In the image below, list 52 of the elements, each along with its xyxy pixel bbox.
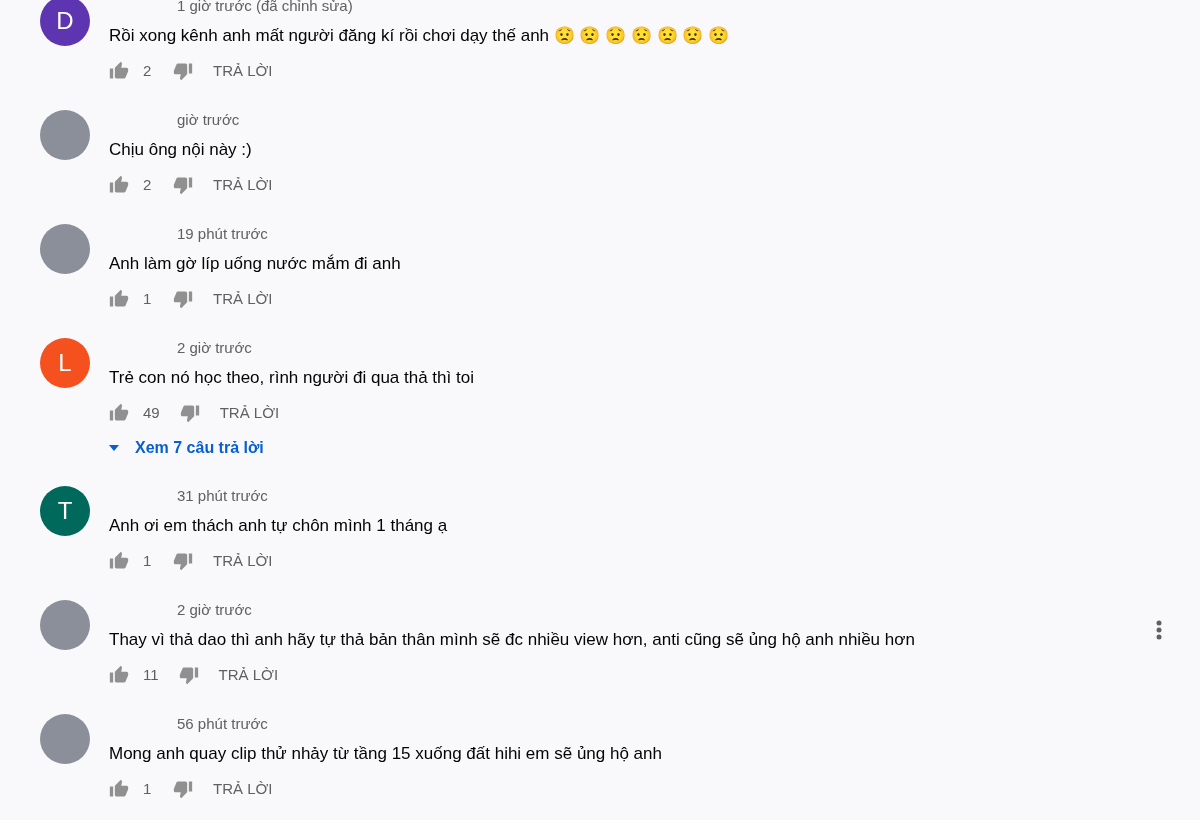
avatar-placeholder[interactable] [40,600,90,650]
thumbs-down-icon[interactable] [173,779,193,799]
avatar-placeholder[interactable] [40,224,90,274]
comment-text: Anh ơi em thách anh tự chôn mình 1 tháng ạ [109,515,449,537]
reply-button[interactable]: TRẢ LỜI [219,401,280,425]
thumbs-up-icon[interactable] [109,665,129,685]
like-count: 2 [143,60,153,81]
thumbs-up-icon[interactable] [109,175,129,195]
reply-button[interactable]: TRẢ LỜI [213,549,273,573]
like-count: 1 [143,550,153,571]
reply-button[interactable]: TRẢ LỜI [213,777,273,801]
thumbs-up-icon[interactable] [109,779,129,799]
thumbs-down-icon[interactable] [173,61,193,81]
reply-button[interactable]: TRẢ LỜI [213,59,273,83]
comment-time[interactable]: 2 giờ trước [109,338,1162,358]
thumbs-down-icon[interactable] [173,551,193,571]
avatar-placeholder[interactable] [40,714,90,764]
comment-text: Chịu ông nội này :) [109,139,253,161]
thumbs-up-icon[interactable] [109,551,129,571]
comment-time[interactable]: 31 phút trước [109,486,1162,506]
comment-time[interactable]: 19 phút trước [109,224,1162,244]
like-count: 11 [143,664,159,685]
thumbs-down-icon[interactable] [173,175,193,195]
comment-text: Trẻ con nó học theo, rình người đi qua thả thì toi [109,367,475,389]
comment-text: Mong anh quay clip thử nhảy từ tầng 15 xuống đất hihi em sẽ ủng hộ anh [109,743,663,765]
avatar[interactable]: T [40,486,90,536]
like-count: 1 [143,778,153,799]
thumbs-down-icon[interactable] [178,665,199,685]
comment-time[interactable]: 56 phút trước [109,714,1162,734]
like-count: 49 [143,402,160,423]
more-options-icon[interactable] [1156,619,1162,640]
like-count: 1 [143,288,153,309]
thumbs-down-icon[interactable] [173,289,193,309]
comment-time[interactable]: 2 giờ trước [109,600,1162,620]
avatar-placeholder[interactable] [40,110,90,160]
comment-text: Anh làm gờ líp uống nước mắm đi anh [109,253,402,275]
thumbs-up-icon[interactable] [109,403,129,423]
avatar[interactable]: D [40,0,90,46]
thumbs-up-icon[interactable] [109,61,129,81]
reply-button[interactable]: TRẢ LỜI [218,663,279,687]
reply-button[interactable]: TRẢ LỜI [213,173,273,197]
view-replies-link[interactable]: Xem 7 câu trả lời [109,436,264,460]
thumbs-down-icon[interactable] [179,403,200,423]
comment-time[interactable]: 1 giờ trước (đã chỉnh sửa) [109,0,1162,16]
comment-text: Thay vì thả dao thì anh hãy tự thả bản thân mình sẽ đc nhiều view hơn, anti cũng sẽ ủng hộ anh nhiều hơn [109,629,916,651]
avatar[interactable]: L [40,338,90,388]
comment-text: Rồi xong kênh anh mất người đăng kí rồi chơi dạy thế anh 😟 😟 😟 😟 😟 😟 😟 [109,25,731,47]
comment-time[interactable]: giờ trước [109,110,1162,130]
reply-button[interactable]: TRẢ LỜI [213,287,273,311]
caret-icon [109,445,119,451]
thumbs-up-icon[interactable] [109,289,129,309]
like-count: 2 [143,174,153,195]
